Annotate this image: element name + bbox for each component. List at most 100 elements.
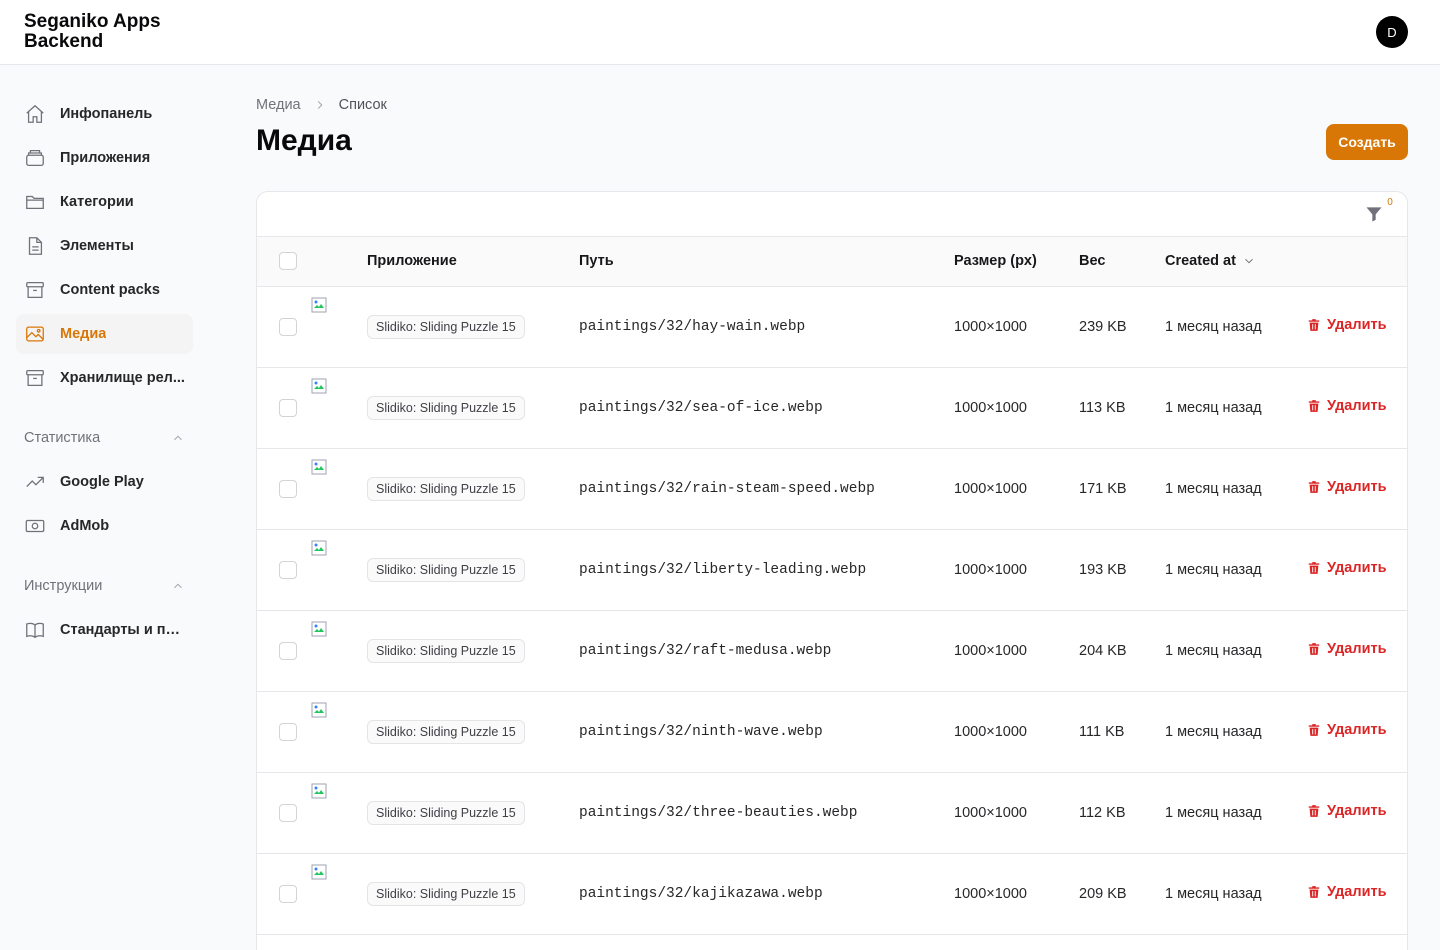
row-size: 1000×1000 — [954, 723, 1027, 740]
table-row[interactable]: Slidiko: Sliding Puzzle 15 paintings/32/… — [257, 691, 1407, 772]
row-checkbox[interactable] — [279, 398, 297, 417]
row-app-cell: Slidiko: Sliding Puzzle 15 — [367, 610, 579, 691]
row-checkbox[interactable] — [279, 317, 297, 336]
sidebar-group-instructions[interactable]: Инструкции — [16, 566, 193, 606]
row-created: 1 месяц назад — [1165, 804, 1262, 821]
row-actions-cell: Удалить — [1307, 286, 1407, 367]
delete-label: Удалить — [1327, 479, 1387, 495]
sidebar-item-dashboard[interactable]: Инфопанель — [16, 94, 193, 134]
header-thumbnail-cell — [305, 237, 367, 287]
sidebar-group-label: Статистика — [24, 430, 101, 446]
delete-button[interactable]: Удалить — [1307, 803, 1387, 819]
broken-image-icon — [311, 783, 327, 799]
sidebar-item-admob[interactable]: AdMob — [16, 506, 193, 546]
sidebar-item-release-storage[interactable]: Хранилище рел... — [16, 358, 193, 398]
header-select-cell — [257, 237, 305, 287]
delete-button[interactable]: Удалить — [1307, 317, 1387, 333]
row-select-cell — [257, 448, 305, 529]
delete-button[interactable]: Удалить — [1307, 479, 1387, 495]
row-app-cell: Slidiko: Sliding Puzzle 15 — [367, 367, 579, 448]
column-header-created-label: Created at — [1165, 253, 1236, 270]
row-size: 1000×1000 — [954, 804, 1027, 821]
row-checkbox[interactable] — [279, 641, 297, 660]
sidebar-item-standards[interactable]: Стандарты и пр... — [16, 610, 193, 650]
table-row[interactable]: Slidiko: Sliding Puzzle 15 paintings/32/… — [257, 610, 1407, 691]
table-row[interactable]: Slidiko: Sliding Puzzle 15 paintings/32/… — [257, 286, 1407, 367]
delete-button[interactable]: Удалить — [1307, 560, 1387, 576]
trash-icon — [1308, 805, 1320, 817]
delete-label: Удалить — [1327, 317, 1387, 333]
row-select-cell — [257, 610, 305, 691]
delete-button[interactable]: Удалить — [1307, 722, 1387, 738]
column-header-size: Размер (px) — [954, 237, 1079, 287]
row-select-cell — [257, 286, 305, 367]
row-weight: 209 KB — [1079, 885, 1127, 902]
media-path: paintings/32/hay-wain.webp — [579, 319, 806, 335]
row-created: 1 месяц назад — [1165, 399, 1262, 416]
column-header-created[interactable]: Created at — [1165, 237, 1307, 287]
row-app-cell: Slidiko: Sliding Puzzle 15 — [367, 448, 579, 529]
media-path: paintings/32/three-beauties.webp — [579, 805, 858, 821]
table-row[interactable]: Slidiko: Sliding Puzzle 15 paintings/32/… — [257, 529, 1407, 610]
sidebar-item-label: Хранилище рел... — [60, 370, 185, 386]
row-created: 1 месяц назад — [1165, 561, 1262, 578]
media-path: paintings/32/raft-medusa.webp — [579, 643, 832, 659]
row-path-cell: paintings/32/ninth-wave.webp — [579, 691, 954, 772]
row-select-cell — [257, 691, 305, 772]
top-bar: Seganiko Apps Backend D — [0, 0, 1440, 65]
select-all-checkbox[interactable] — [279, 252, 297, 271]
row-weight: 113 KB — [1079, 399, 1126, 416]
row-size: 1000×1000 — [954, 480, 1027, 497]
table-row[interactable]: Slidiko: Sliding Puzzle 15 paintings/32/… — [257, 772, 1407, 853]
broken-image-icon — [311, 621, 327, 637]
row-checkbox[interactable] — [279, 479, 297, 498]
app-title[interactable]: Seganiko Apps Backend — [24, 12, 224, 52]
trash-icon — [1308, 724, 1320, 736]
row-checkbox[interactable] — [279, 884, 297, 903]
row-checkbox[interactable] — [279, 560, 297, 579]
sidebar-group-statistics[interactable]: Статистика — [16, 418, 193, 458]
create-button[interactable]: Создать — [1326, 124, 1408, 160]
row-checkbox[interactable] — [279, 722, 297, 741]
trash-icon — [1308, 643, 1320, 655]
delete-label: Удалить — [1327, 641, 1387, 657]
app-badge: Slidiko: Sliding Puzzle 15 — [367, 638, 525, 663]
row-weight: 112 KB — [1079, 804, 1126, 821]
trash-icon — [1308, 400, 1320, 412]
table-row[interactable]: Slidiko: Sliding Puzzle 15 paintings/32/… — [257, 448, 1407, 529]
sidebar-item-label: Категории — [60, 194, 134, 210]
user-avatar[interactable]: D — [1376, 16, 1408, 48]
row-thumbnail-cell — [305, 286, 367, 367]
sidebar-item-label: Google Play — [60, 474, 144, 490]
table-row[interactable]: Slidiko: Sliding Puzzle 15 paintings/32/… — [257, 853, 1407, 934]
delete-button[interactable]: Удалить — [1307, 884, 1387, 900]
breadcrumb-parent[interactable]: Медиа — [256, 97, 301, 113]
table-row[interactable]: Slidiko: Sliding Puzzle 15 paintings/32/… — [257, 367, 1407, 448]
row-thumbnail-cell — [305, 367, 367, 448]
delete-button[interactable]: Удалить — [1307, 641, 1387, 657]
row-thumbnail-cell — [305, 448, 367, 529]
table-toolbar: 0 — [257, 192, 1407, 237]
row-created: 1 месяц назад — [1165, 318, 1262, 335]
media-path: paintings/32/rain-steam-speed.webp — [579, 481, 875, 497]
banknote-icon — [24, 515, 46, 537]
sidebar-item-apps[interactable]: Приложения — [16, 138, 193, 178]
sidebar-item-media[interactable]: Медиа — [16, 314, 193, 354]
archive-icon — [24, 367, 46, 389]
row-checkbox[interactable] — [279, 803, 297, 822]
row-weight: 239 KB — [1079, 318, 1127, 335]
sidebar-item-categories[interactable]: Категории — [16, 182, 193, 222]
row-size: 1000×1000 — [954, 885, 1027, 902]
column-header-weight: Вес — [1079, 237, 1165, 287]
sidebar-item-elements[interactable]: Элементы — [16, 226, 193, 266]
sidebar-item-google-play[interactable]: Google Play — [16, 462, 193, 502]
column-header-path: Путь — [579, 237, 954, 287]
stack-icon — [24, 147, 46, 169]
sidebar-item-content-packs[interactable]: Content packs — [16, 270, 193, 310]
app-badge: Slidiko: Sliding Puzzle 15 — [367, 476, 525, 501]
delete-button[interactable]: Удалить — [1307, 398, 1387, 414]
row-actions-cell: Удалить — [1307, 367, 1407, 448]
row-actions-cell: Удалить — [1307, 691, 1407, 772]
breadcrumb: Медиа Список — [256, 97, 387, 113]
media-path: paintings/32/liberty-leading.webp — [579, 562, 867, 578]
